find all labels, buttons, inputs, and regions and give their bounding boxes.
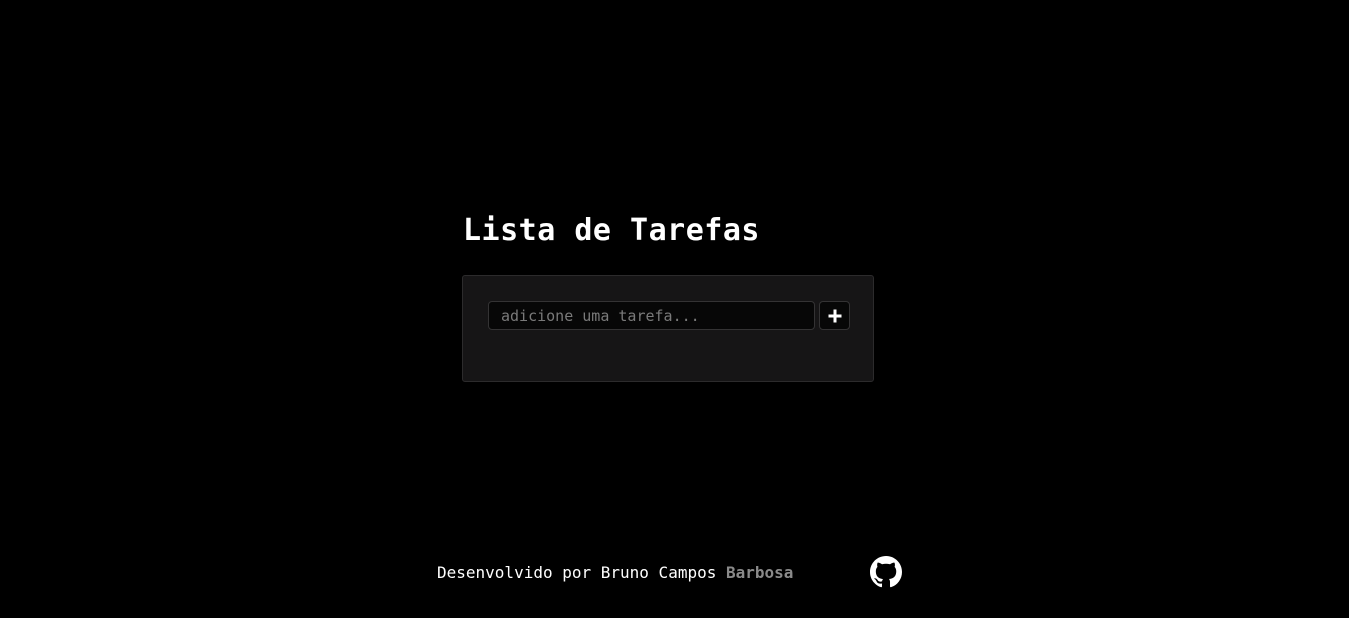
task-card: [462, 275, 874, 382]
page: Lista de Tarefas Desenvolvido por Bruno …: [0, 0, 1349, 618]
credit-text: Desenvolvido por Bruno Campos: [437, 563, 726, 582]
footer-credit: Desenvolvido por Bruno Campos Barbosa: [437, 561, 793, 585]
task-input[interactable]: [488, 301, 815, 330]
add-task-button[interactable]: [819, 301, 850, 330]
page-title: Lista de Tarefas: [463, 213, 760, 248]
credit-highlight: Barbosa: [725, 563, 794, 582]
github-link[interactable]: [870, 556, 902, 588]
github-icon: [870, 556, 902, 588]
plus-icon: [828, 309, 841, 322]
